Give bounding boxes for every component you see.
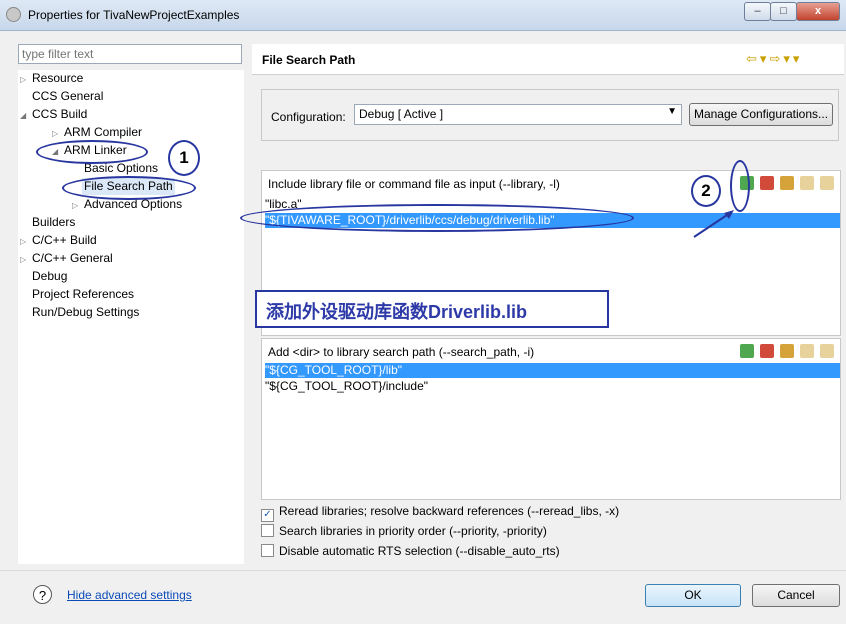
tree-item-label: Builders: [32, 215, 76, 229]
app-icon: [6, 7, 21, 22]
tree-item-builders[interactable]: Builders: [32, 214, 75, 231]
configuration-select[interactable]: Debug [ Active ] ▼: [354, 104, 682, 125]
tree-item-ccs-general[interactable]: CCS General: [32, 88, 103, 105]
manage-configurations-button[interactable]: Manage Configurations...: [689, 103, 833, 126]
dropdown-arrow-icon: ▼: [667, 106, 677, 117]
search-path-list: Add <dir> to library search path (--sear…: [261, 338, 841, 500]
move-up-icon[interactable]: [800, 175, 814, 190]
reread-libraries-option[interactable]: ✓ Reread libraries; resolve backward refe…: [261, 502, 620, 522]
page-header: File Search Path ⇦ ▾ ⇨ ▾ ▾: [252, 44, 844, 75]
annotation-ellipse-file-search-path: [62, 176, 196, 200]
expand-icon[interactable]: ▷: [20, 233, 32, 250]
tree-item-debug[interactable]: Debug: [32, 268, 67, 285]
search-path-item[interactable]: "${CG_TOOL_ROOT}/lib": [265, 363, 840, 378]
tree-item-cpp-build[interactable]: ▷ C/C++ Build: [20, 232, 97, 249]
title-bar: Properties for TivaNewProjectExamples – …: [0, 0, 846, 31]
configuration-group: Configuration: Debug [ Active ] ▼ Manage…: [261, 89, 839, 141]
expand-icon[interactable]: ▷: [20, 251, 32, 268]
tree-item-label: Debug: [32, 269, 68, 283]
search-path-item[interactable]: "${CG_TOOL_ROOT}/include": [265, 379, 840, 394]
priority-order-checkbox[interactable]: [261, 524, 274, 537]
expand-icon[interactable]: ▷: [20, 71, 32, 88]
annotation-caption-box: 添加外设驱动库函数Driverlib.lib: [255, 290, 609, 328]
disable-auto-rts-option[interactable]: Disable automatic RTS selection (--disab…: [261, 542, 560, 560]
minimize-button[interactable]: –: [744, 2, 771, 21]
tree-item-cpp-general[interactable]: ▷ C/C++ General: [20, 250, 113, 267]
tree-item-label: CCS General: [32, 89, 104, 103]
delete-icon[interactable]: [760, 343, 774, 358]
tree-item-resource[interactable]: ▷ Resource: [20, 70, 83, 87]
annotation-ellipse-arm-linker: [36, 140, 148, 164]
tree-item-ccs-build[interactable]: ◢ CCS Build: [20, 106, 87, 123]
page-title: File Search Path: [262, 53, 356, 67]
forward-arrow-icon[interactable]: ⇨: [769, 51, 780, 66]
tree-item-arm-compiler[interactable]: ▷ ARM Compiler: [52, 124, 142, 141]
hide-advanced-settings-link[interactable]: Hide advanced settings: [67, 588, 192, 602]
filter-input[interactable]: [18, 44, 242, 64]
disable-auto-rts-checkbox[interactable]: [261, 544, 274, 557]
left-panel: ▷Resource CCS General ◢CCS Build ▷ARM Co…: [18, 44, 244, 564]
expand-icon[interactable]: ▷: [72, 197, 84, 214]
annotation-caption: 添加外设驱动库函数Driverlib.lib: [266, 302, 528, 322]
nav-controls: ⇦ ▾ ⇨ ▾ ▾: [746, 51, 802, 67]
annotation-number-1: 1: [168, 140, 200, 176]
move-down-icon[interactable]: [820, 175, 834, 190]
reread-libraries-checkbox[interactable]: ✓: [261, 509, 274, 522]
tree-item-label: Project References: [32, 287, 135, 301]
configuration-label: Configuration:: [271, 110, 346, 124]
annotation-arrow: [693, 210, 734, 238]
edit-icon[interactable]: [780, 343, 794, 358]
library-list-title: Include library file or command file as …: [268, 177, 560, 191]
tree-item-project-references[interactable]: Project References: [32, 286, 134, 303]
configuration-value: Debug [ Active ]: [359, 107, 444, 121]
move-up-icon[interactable]: [800, 343, 814, 358]
window-title: Properties for TivaNewProjectExamples: [28, 8, 240, 22]
tree-item-label: C/C++ General: [32, 251, 113, 265]
tree-item-label: C/C++ Build: [32, 233, 97, 247]
add-icon[interactable]: [740, 343, 754, 358]
properties-dialog: Properties for TivaNewProjectExamples – …: [0, 0, 846, 624]
forward-menu-icon[interactable]: ▾: [783, 51, 790, 66]
tree-item-label: Run/Debug Settings: [32, 305, 140, 319]
ok-button[interactable]: OK: [645, 584, 741, 607]
search-path-list-header: Add <dir> to library search path (--sear…: [262, 339, 840, 361]
search-path-list-title: Add <dir> to library search path (--sear…: [268, 345, 535, 359]
annotation-ellipse-driverlib: [240, 204, 634, 232]
tree-item-run-debug-settings[interactable]: Run/Debug Settings: [32, 304, 139, 321]
edit-icon[interactable]: [780, 175, 794, 190]
tree-item-label: Resource: [32, 71, 84, 85]
library-list-header: Include library file or command file as …: [262, 171, 840, 193]
cancel-button[interactable]: Cancel: [752, 584, 840, 607]
close-button[interactable]: x: [796, 2, 840, 21]
annotation-number-2: 2: [691, 175, 721, 207]
help-icon[interactable]: ?: [33, 585, 52, 604]
search-path-toolbar: [734, 343, 834, 358]
tree-item-label: ARM Compiler: [64, 125, 143, 139]
checkbox-label: Disable automatic RTS selection (--disab…: [279, 544, 560, 558]
view-menu-icon[interactable]: ▾: [793, 51, 800, 66]
move-down-icon[interactable]: [820, 343, 834, 358]
back-menu-icon[interactable]: ▾: [760, 51, 767, 66]
priority-order-option[interactable]: Search libraries in priority order (--pr…: [261, 522, 547, 540]
checkbox-label: Search libraries in priority order (--pr…: [279, 524, 547, 538]
delete-icon[interactable]: [760, 175, 774, 190]
back-arrow-icon[interactable]: ⇦: [746, 51, 757, 66]
collapse-icon[interactable]: ◢: [20, 107, 32, 124]
dialog-footer: ? Hide advanced settings OK Cancel: [0, 570, 846, 624]
maximize-button[interactable]: □: [770, 2, 797, 21]
checkbox-label: Reread libraries; resolve backward refer…: [279, 504, 620, 518]
tree-item-label: CCS Build: [32, 107, 88, 121]
expand-icon[interactable]: ▷: [52, 125, 64, 142]
